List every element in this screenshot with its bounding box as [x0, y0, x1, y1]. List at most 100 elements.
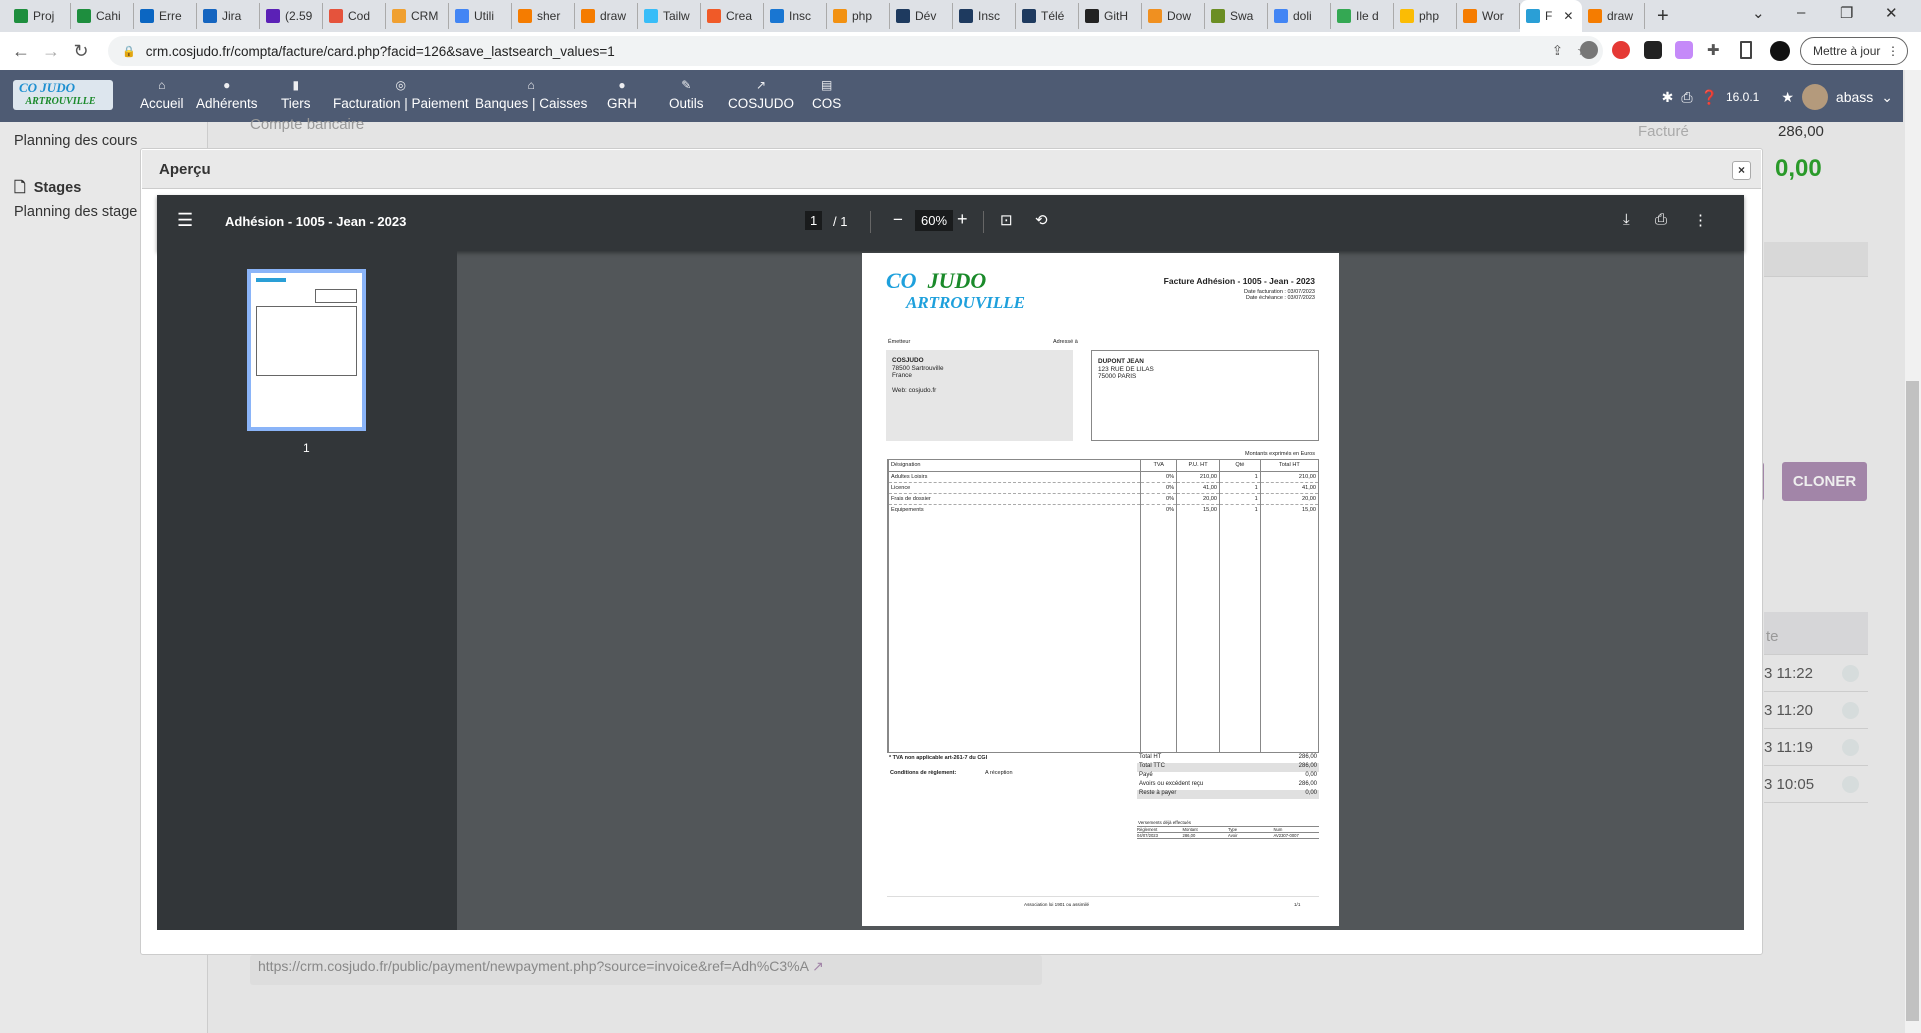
close-window-button[interactable]: ✕: [1885, 4, 1898, 22]
sidebar-item-planning-stages[interactable]: Planning des stage: [14, 204, 137, 220]
help-icon[interactable]: ❓: [1701, 89, 1718, 106]
status-dot-icon: [1842, 665, 1859, 682]
profile-icon[interactable]: [1770, 41, 1790, 61]
tab-title: Insc: [978, 9, 1001, 23]
new-tab-button[interactable]: +: [1657, 5, 1669, 28]
nav-item-accueil[interactable]: ⌂ Accueil: [140, 78, 184, 111]
page-number-input[interactable]: 1: [805, 211, 823, 230]
favicon-icon: [581, 9, 595, 23]
chevron-down-icon[interactable]: ⌄: [1881, 89, 1893, 106]
puzzle-icon[interactable]: ✚: [1707, 41, 1725, 59]
minimize-button[interactable]: –: [1797, 4, 1805, 21]
browser-tab[interactable]: Swa: [1205, 3, 1268, 29]
company-logo[interactable]: CO JUDO ARTROUVILLE: [13, 80, 113, 110]
tab-title: Wor: [1482, 9, 1504, 23]
browser-tab[interactable]: Insc: [764, 3, 827, 29]
browser-tab[interactable]: Cod: [323, 3, 386, 29]
clone-button[interactable]: CLONER: [1782, 462, 1867, 501]
invoice-lines-table: Désignation TVA P.U. HT Qté Total HT Adultes …: [887, 459, 1319, 753]
events-header-date: te: [1764, 612, 1868, 655]
browser-tab[interactable]: Utili: [449, 3, 512, 29]
forward-icon[interactable]: →: [36, 41, 66, 62]
bug-icon[interactable]: ✱: [1662, 89, 1674, 106]
nav-item-outils[interactable]: ✎ Outils: [669, 78, 704, 111]
nav-item-cos[interactable]: ▤ COS: [812, 78, 841, 111]
avatar[interactable]: [1801, 84, 1828, 110]
browser-tab[interactable]: sher: [512, 3, 575, 29]
url-input[interactable]: 🔒 crm.cosjudo.fr/compta/facture/card.php…: [108, 36, 1603, 66]
print-icon[interactable]: ⎙: [1655, 211, 1667, 228]
zoom-in-icon[interactable]: +: [957, 209, 968, 230]
browser-tab[interactable]: Crea: [701, 3, 764, 29]
external-link-icon[interactable]: ↗: [812, 958, 824, 974]
nav-item-cosjudo[interactable]: ↗ COSJUDO: [728, 78, 794, 111]
browser-tab[interactable]: php: [827, 3, 890, 29]
side-panel-icon[interactable]: [1740, 41, 1752, 59]
event-date: 3 11:20: [1764, 702, 1813, 719]
zoom-input[interactable]: 60%: [915, 210, 954, 231]
browser-tab[interactable]: Proj: [8, 3, 71, 29]
payment-url-field[interactable]: https://crm.cosjudo.fr/public/payment/ne…: [250, 955, 1042, 985]
extension-icon[interactable]: [1675, 41, 1693, 59]
browser-tab[interactable]: php: [1394, 3, 1457, 29]
extension-icon[interactable]: [1644, 41, 1662, 59]
download-icon[interactable]: ⤓: [1623, 211, 1630, 228]
adblock-icon[interactable]: [1612, 41, 1630, 59]
tab-title: doli: [1293, 9, 1312, 23]
pdf-title: Adhésion - 1005 - Jean - 2023: [225, 214, 407, 229]
sidebar-item-planning-cours[interactable]: Planning des cours: [14, 133, 137, 149]
browser-tab[interactable]: Wor: [1457, 3, 1520, 29]
nav-item-tiers[interactable]: ▮ Tiers: [281, 78, 311, 111]
favicon-icon: [1148, 9, 1162, 23]
nav-item-adhérents[interactable]: ● Adhérents: [196, 78, 258, 111]
page-total: / 1: [833, 214, 848, 229]
browser-tab[interactable]: GitH: [1079, 3, 1142, 29]
cell: 41,00: [1259, 482, 1318, 493]
close-icon[interactable]: ×: [1732, 161, 1751, 180]
nav-item-banques-caisses[interactable]: ⌂ Banques | Caisses: [475, 78, 587, 111]
menu-icon[interactable]: ☰: [177, 210, 193, 231]
user-menu[interactable]: abass: [1836, 89, 1873, 105]
reload-icon[interactable]: ↻: [66, 41, 96, 62]
tab-title: Jira: [222, 9, 242, 23]
browser-tab[interactable]: Erre: [134, 3, 197, 29]
tab-search-icon[interactable]: ⌄: [1752, 4, 1765, 22]
favicon-icon: [140, 9, 154, 23]
browser-tab-active[interactable]: F ✕: [1520, 0, 1582, 32]
browser-tab[interactable]: Jira: [197, 3, 260, 29]
share-icon[interactable]: ⇪: [1552, 43, 1563, 59]
close-tab-icon[interactable]: ✕: [1563, 9, 1573, 23]
browser-tab[interactable]: (2.59: [260, 3, 323, 29]
browser-tab[interactable]: draw: [575, 3, 638, 29]
sidebar-item-stages[interactable]: 🗋 Stages: [14, 177, 81, 202]
nav-item-facturation-paiement[interactable]: ◎ Facturation | Paiement: [333, 78, 469, 111]
browser-tab[interactable]: doli: [1268, 3, 1331, 29]
zoom-out-icon[interactable]: −: [893, 210, 903, 230]
more-options-icon[interactable]: ⋮: [1693, 211, 1708, 229]
print-icon[interactable]: ⎙: [1681, 89, 1692, 106]
browser-tab[interactable]: Dév: [890, 3, 953, 29]
scrollbar-thumb[interactable]: [1906, 381, 1919, 1021]
update-button[interactable]: Mettre à jour ⋮: [1800, 37, 1908, 65]
nav-item-grh[interactable]: ● GRH: [607, 78, 637, 111]
browser-tab[interactable]: Insc: [953, 3, 1016, 29]
recipient-box: DUPONT JEAN 123 RUE DE LILAS 75000 PARIS: [1091, 350, 1319, 441]
browser-tab[interactable]: Tailw: [638, 3, 701, 29]
browser-tab[interactable]: draw: [1582, 3, 1645, 29]
cell: 210,00: [1176, 471, 1220, 482]
page-thumbnail[interactable]: [247, 269, 366, 431]
browser-tab[interactable]: CRM: [386, 3, 449, 29]
browser-tab[interactable]: Dow: [1142, 3, 1205, 29]
fit-page-icon[interactable]: ⊡: [1000, 211, 1013, 229]
dialog-title: Aperçu: [159, 161, 211, 178]
bookmark-star-icon[interactable]: ★: [1781, 89, 1794, 106]
address-bar-row: ← → ↻ 🔒 crm.cosjudo.fr/compta/facture/ca…: [0, 32, 1921, 70]
rotate-icon[interactable]: ⟲: [1035, 211, 1048, 229]
menu-icon: ●: [223, 78, 231, 92]
back-icon[interactable]: ←: [6, 41, 36, 62]
restore-button[interactable]: ❐: [1840, 4, 1853, 22]
extension-icon[interactable]: [1580, 41, 1598, 59]
browser-tab[interactable]: Télé: [1016, 3, 1079, 29]
browser-tab[interactable]: Ile d: [1331, 3, 1394, 29]
browser-tab[interactable]: Cahi: [71, 3, 134, 29]
